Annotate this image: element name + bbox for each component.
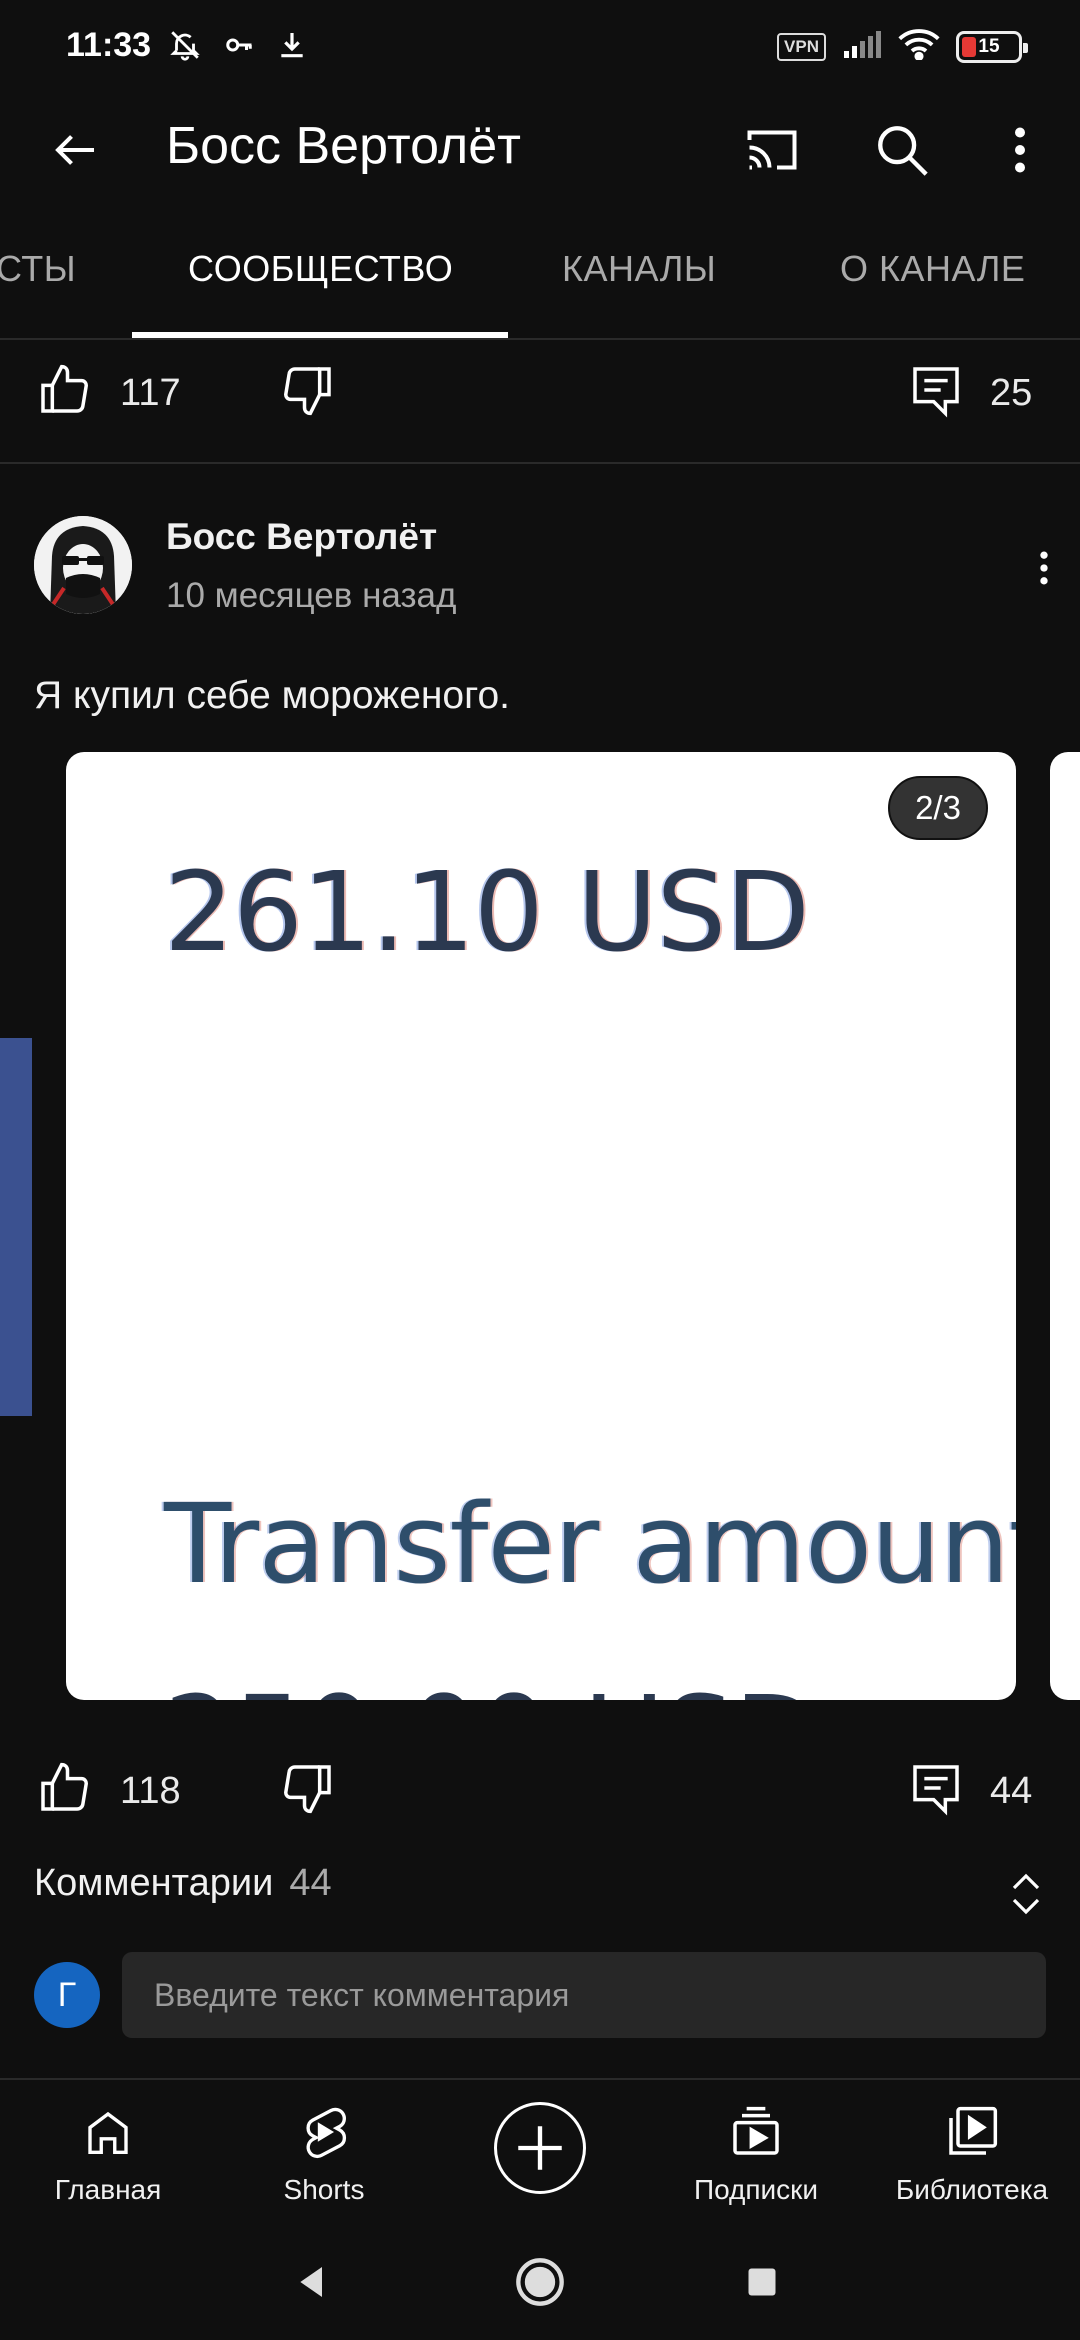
like-icon[interactable] [34, 360, 94, 420]
dislike-icon[interactable] [278, 360, 338, 420]
nav-label: Подписки [693, 2174, 819, 2205]
search-icon[interactable] [866, 114, 938, 186]
expand-comments-icon[interactable] [1004, 1866, 1048, 1922]
post-actions: 118 44 [0, 1738, 1080, 1848]
battery-level: 15 [978, 35, 1000, 57]
like-count: 118 [120, 1770, 181, 1812]
system-recents-icon[interactable] [730, 2250, 794, 2314]
tab-community[interactable]: СООБЩЕСТВО [188, 248, 453, 290]
system-home-icon[interactable] [508, 2250, 572, 2314]
bell-off-icon [168, 28, 202, 67]
dislike-icon[interactable] [278, 1758, 338, 1818]
avatar[interactable] [34, 516, 132, 614]
post-more-icon[interactable] [1022, 538, 1066, 598]
comments-count: 44 [289, 1862, 332, 1904]
comment-count: 25 [990, 372, 1033, 414]
comments-header[interactable]: Комментарии 44 [34, 1862, 332, 1905]
post-header: Босс Вертолёт 10 месяцев назад [0, 510, 1080, 630]
create-icon[interactable] [494, 2102, 586, 2194]
download-icon [276, 29, 308, 66]
battery-icon: 15 [956, 30, 1028, 63]
active-tab-indicator [132, 332, 508, 338]
system-back-icon[interactable] [280, 2250, 344, 2314]
nav-label: Библиотека [895, 2174, 1049, 2205]
image-transfer-text: Transfer amount [164, 1480, 1016, 1608]
post-image-carousel[interactable]: 261.10 USD Transfer amount 250.00 USD 2/… [66, 752, 1016, 1700]
comment-icon[interactable] [906, 360, 966, 420]
post-time: 10 месяцев назад [166, 576, 457, 615]
page-title: Босс Вертолёт [166, 117, 521, 175]
previous-post-actions: 117 25 [0, 340, 1080, 450]
wifi-icon [898, 28, 940, 65]
side-tab[interactable] [0, 1038, 32, 1416]
divider [0, 462, 1080, 464]
nav-label: Shorts [283, 2174, 365, 2205]
tab-channels[interactable]: КАНАЛЫ [562, 248, 716, 290]
user-avatar: Г [34, 1962, 100, 2028]
channel-tabs: СТЫ СООБЩЕСТВО КАНАЛЫ О КАНАЛЕ [0, 236, 1080, 340]
comment-icon[interactable] [906, 1758, 966, 1818]
nav-shorts[interactable]: Shorts [224, 2102, 424, 2206]
nav-label: Главная [54, 2174, 162, 2205]
nav-library[interactable]: Библиотека [872, 2102, 1072, 2206]
status-left-icons [168, 28, 308, 67]
status-time: 11:33 [66, 26, 152, 64]
back-arrow-icon[interactable] [40, 114, 112, 186]
nav-subscriptions[interactable]: Подписки [656, 2102, 856, 2206]
tab-posts[interactable]: СТЫ [0, 248, 76, 290]
comments-title: Комментарии [34, 1862, 274, 1904]
post-author[interactable]: Босс Вертолёт [166, 516, 437, 558]
more-vert-icon[interactable] [984, 114, 1056, 186]
nav-home[interactable]: Главная [8, 2102, 208, 2206]
app-bar: Босс Вертолёт [0, 96, 1080, 196]
comment-input[interactable] [122, 1952, 1046, 2038]
system-nav-bar [0, 2226, 1080, 2340]
signal-icon [842, 29, 882, 64]
cast-icon[interactable] [736, 114, 808, 186]
key-icon [224, 30, 254, 65]
shorts-icon [294, 2102, 354, 2162]
subscriptions-icon [726, 2102, 786, 2162]
status-right-icons: VPN 15 [777, 28, 1028, 65]
status-bar: 11:33 VPN 15 [0, 0, 1080, 96]
vpn-badge: VPN [777, 32, 826, 61]
tab-about[interactable]: О КАНАЛЕ [840, 248, 1025, 290]
next-image-peek[interactable] [1050, 752, 1080, 1700]
home-icon [78, 2102, 138, 2162]
like-count: 117 [120, 372, 181, 414]
page-indicator: 2/3 [888, 776, 988, 840]
like-icon[interactable] [34, 1758, 94, 1818]
post-text: Я купил себе мороженого. [34, 674, 511, 717]
bottom-nav: Главная Shorts Подписки Библиотека [0, 2078, 1080, 2226]
image-amount-text: 261.10 USD [164, 848, 810, 976]
library-icon [942, 2102, 1002, 2162]
image-cut-text: 250.00 USD [164, 1672, 819, 1700]
comment-count: 44 [990, 1770, 1033, 1812]
